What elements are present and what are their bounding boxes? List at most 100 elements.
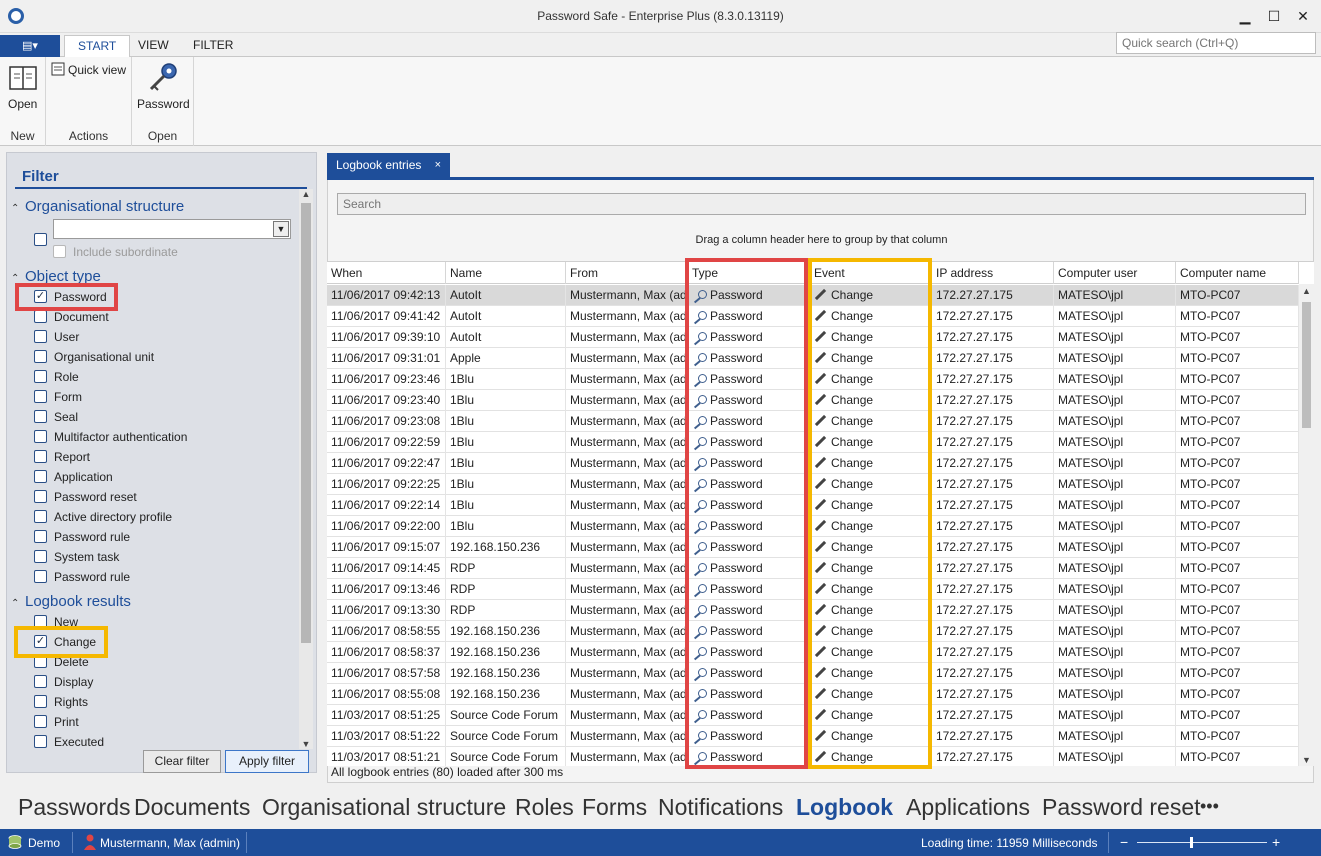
column-header-name[interactable]: Name [446,262,566,284]
logbook-result-checkbox[interactable] [34,715,47,729]
scroll-down-icon[interactable]: ▼ [299,739,313,749]
table-cell: MTO-PC07 [1176,306,1299,327]
password-button[interactable]: Password [137,97,190,111]
nav-item-forms[interactable]: Forms [582,794,647,821]
collapse-chevron-icon[interactable]: ⌃ [11,203,25,214]
object-type-checkbox-label: User [54,330,80,344]
object-type-checkbox-item[interactable]: Role [34,369,79,387]
object-type-checkbox[interactable] [34,390,47,404]
object-type-checkbox-item[interactable]: Seal [34,409,78,427]
column-header-from[interactable]: From [566,262,688,284]
nav-item-logbook[interactable]: Logbook [796,794,893,821]
column-header-when[interactable]: When [327,262,446,284]
table-cell: RDP [446,558,566,579]
column-header-computer-name[interactable]: Computer name [1176,262,1299,284]
nav-item-documents[interactable]: Documents [134,794,250,821]
current-user[interactable]: Mustermann, Max (admin) [100,836,240,850]
logbook-result-checkbox-item[interactable]: Executed [34,734,104,752]
minimize-button[interactable]: ▁ [1230,4,1260,28]
column-header-ip-address[interactable]: IP address [932,262,1054,284]
object-type-checkbox[interactable] [34,470,47,484]
collapse-chevron-icon[interactable]: ⌃ [11,598,25,609]
org-structure-select[interactable]: ▼ [53,219,291,239]
object-type-checkbox-item[interactable]: Report [34,449,90,467]
highlight-type-column [685,258,808,769]
nav-item-applications[interactable]: Applications [906,794,1030,821]
filter-scrollbar-thumb[interactable] [301,203,311,643]
scroll-up-icon[interactable]: ▲ [1299,286,1314,296]
grid-search-input[interactable] [337,193,1306,215]
chevron-down-icon[interactable]: ▼ [273,221,289,237]
object-type-checkbox[interactable] [34,430,47,444]
quick-view-button[interactable]: Quick view [68,63,126,77]
more-modules-icon[interactable]: ••• [1200,796,1219,817]
logbook-result-checkbox-item[interactable]: Display [34,674,93,692]
object-type-checkbox[interactable] [34,490,47,504]
scroll-up-icon[interactable]: ▲ [299,189,313,199]
table-cell: Source Code Forum [446,726,566,747]
object-type-checkbox[interactable] [34,370,47,384]
object-type-checkbox[interactable] [34,450,47,464]
close-tab-icon[interactable]: × [435,153,441,177]
object-type-checkbox-item[interactable]: Multifactor authentication [34,429,187,447]
logbook-result-checkbox[interactable] [34,675,47,689]
zoom-slider[interactable] [1137,842,1267,843]
section-organisational-structure[interactable]: ⌃ Organisational structure [11,198,184,215]
nav-item-notifications[interactable]: Notifications [658,794,783,821]
object-type-checkbox-item[interactable]: Application [34,469,113,487]
nav-item-password-reset[interactable]: Password reset [1042,794,1201,821]
table-cell: 1Blu [446,495,566,516]
tab-logbook-entries[interactable]: Logbook entries × [327,153,450,177]
object-type-checkbox-item[interactable]: Active directory profile [34,509,172,527]
object-type-checkbox[interactable] [34,570,47,584]
nav-item-passwords[interactable]: Passwords [18,794,130,821]
org-checkbox-item[interactable] [34,232,54,250]
include-subordinate-checkbox[interactable]: Include subordinate [53,244,178,262]
object-type-checkbox-item[interactable]: Organisational unit [34,349,154,367]
tab-start[interactable]: START [64,35,131,58]
table-cell: 172.27.27.175 [932,663,1054,684]
grid-scrollbar[interactable]: ▲ ▼ [1299,284,1314,766]
object-type-checkbox-item[interactable]: Password rule [34,569,130,587]
object-type-checkbox-item[interactable]: Password reset [34,489,137,507]
maximize-button[interactable]: ☐ [1259,4,1289,28]
logbook-result-checkbox[interactable] [34,735,47,749]
zoom-out-button[interactable]: − [1120,834,1128,850]
zoom-slider-thumb[interactable] [1190,837,1193,848]
logbook-result-checkbox-item[interactable]: Rights [34,694,88,712]
close-window-button[interactable]: ✕ [1288,4,1318,28]
tab-filter[interactable]: FILTER [180,35,246,58]
grid-scrollbar-thumb[interactable] [1302,302,1311,428]
object-type-checkbox[interactable] [34,550,47,564]
object-type-checkbox-item[interactable]: System task [34,549,119,567]
object-type-checkbox[interactable] [34,410,47,424]
logbook-result-checkbox[interactable] [34,695,47,709]
quick-search-input[interactable] [1116,32,1316,54]
clear-filter-button[interactable]: Clear filter [143,750,221,773]
object-type-checkbox-item[interactable]: Form [34,389,82,407]
section-logbook-results[interactable]: ⌃ Logbook results [11,593,131,610]
tab-view[interactable]: VIEW [125,35,182,58]
logbook-result-checkbox-item[interactable]: Print [34,714,79,732]
column-header-computer-user[interactable]: Computer user [1054,262,1176,284]
object-type-checkbox[interactable] [34,330,47,344]
nav-item-roles[interactable]: Roles [515,794,574,821]
key-icon[interactable] [146,61,180,93]
org-checkbox[interactable] [34,233,47,247]
object-type-checkbox-item[interactable]: User [34,329,79,347]
object-type-checkbox[interactable] [34,310,47,324]
scroll-down-icon[interactable]: ▼ [1299,755,1314,765]
zoom-in-button[interactable]: + [1272,834,1280,850]
apply-filter-button[interactable]: Apply filter [225,750,309,773]
filter-scrollbar[interactable]: ▲ ▼ [299,189,313,749]
object-type-checkbox[interactable] [34,510,47,524]
object-type-checkbox-item[interactable]: Document [34,309,109,327]
object-type-checkbox-item[interactable]: Password rule [34,529,130,547]
open-button[interactable]: Open [8,97,37,111]
open-book-icon[interactable] [8,65,38,91]
app-menu-button[interactable]: ▤▾ [0,35,60,57]
object-type-checkbox[interactable] [34,530,47,544]
database-name[interactable]: Demo [28,836,60,850]
object-type-checkbox[interactable] [34,350,47,364]
nav-item-organisational-structure[interactable]: Organisational structure [262,794,506,821]
